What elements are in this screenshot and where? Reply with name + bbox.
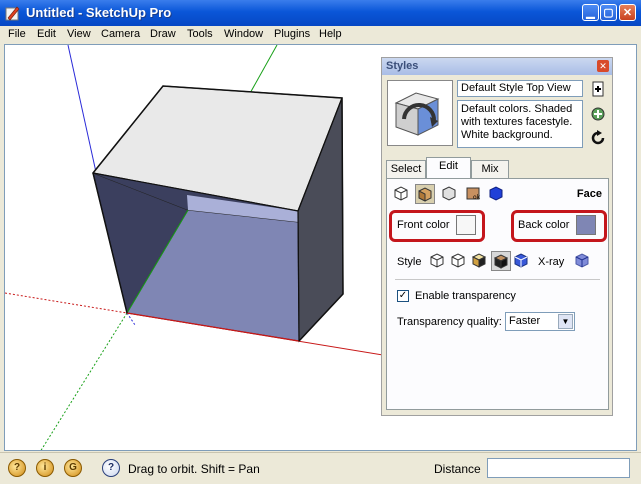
status-bar: ? i G ? Drag to orbit. Shift = Pan Dista… xyxy=(0,452,641,484)
window-title: Untitled - SketchUp Pro xyxy=(26,5,172,20)
modeling-settings-icon[interactable] xyxy=(487,184,505,202)
menu-camera[interactable]: Camera xyxy=(101,28,140,40)
chevron-down-icon[interactable]: ▼ xyxy=(558,314,573,329)
styles-panel: Styles ✕ Default Style Top View Default … xyxy=(381,57,613,416)
close-icon: ✕ xyxy=(622,7,633,19)
svg-text:ok: ok xyxy=(473,194,481,201)
watermark-settings-icon[interactable]: ok xyxy=(464,184,482,202)
styles-panel-titlebar[interactable]: Styles ✕ xyxy=(382,58,612,75)
xray-icon[interactable] xyxy=(573,251,591,269)
menu-edit[interactable]: Edit xyxy=(37,28,56,40)
menu-help[interactable]: Help xyxy=(319,28,342,40)
tab-mix[interactable]: Mix xyxy=(471,160,509,178)
menu-draw[interactable]: Draw xyxy=(150,28,176,40)
style-label: Style xyxy=(397,256,422,268)
enable-transparency-label: Enable transparency xyxy=(415,290,516,302)
front-color-label: Front color xyxy=(397,219,450,231)
back-color-swatch[interactable] xyxy=(576,215,596,235)
blue-axis-dashed xyxy=(126,312,136,326)
menu-tools[interactable]: Tools xyxy=(187,28,213,40)
tab-select[interactable]: Select xyxy=(386,160,426,178)
shaded-style-icon[interactable] xyxy=(470,251,488,269)
create-style-icon[interactable] xyxy=(590,81,606,97)
style-thumbnail-icon xyxy=(394,92,440,136)
maximize-icon: ▢ xyxy=(603,7,614,19)
distance-label: Distance xyxy=(434,462,481,476)
maximize-button[interactable]: ▢ xyxy=(600,4,617,21)
background-settings-icon[interactable] xyxy=(440,184,458,202)
front-color-swatch[interactable] xyxy=(456,215,476,235)
tab-edit[interactable]: Edit xyxy=(426,157,471,178)
menu-window[interactable]: Window xyxy=(224,28,263,40)
green-axis-dashed xyxy=(40,312,128,450)
menu-plugins[interactable]: Plugins xyxy=(274,28,310,40)
back-color-label: Back color xyxy=(518,219,570,231)
update-style-icon[interactable] xyxy=(590,106,606,122)
xray-label: X-ray xyxy=(538,256,565,268)
close-button[interactable]: ✕ xyxy=(619,4,636,21)
help-icon[interactable]: ? xyxy=(102,459,120,477)
panel-close-icon[interactable]: ✕ xyxy=(597,60,609,72)
menu-file[interactable]: File xyxy=(8,28,26,40)
menu-bar: File Edit View Camera Draw Tools Window … xyxy=(0,26,641,44)
minimize-icon: ▁ xyxy=(586,7,595,19)
divider xyxy=(395,279,600,280)
menu-view[interactable]: View xyxy=(67,28,91,40)
section-face-label: Face xyxy=(576,188,602,200)
style-name-field[interactable]: Default Style Top View xyxy=(457,80,583,97)
style-thumbnail[interactable] xyxy=(387,80,453,146)
distance-input[interactable] xyxy=(487,458,630,478)
shaded-textures-style-icon[interactable] xyxy=(491,251,511,271)
geolocation-icon[interactable]: ? xyxy=(8,459,26,477)
monochrome-style-icon[interactable] xyxy=(512,251,530,269)
edge-settings-icon[interactable] xyxy=(392,184,410,202)
edit-tab-content: ok Face Front color Back color Style X-r… xyxy=(386,178,609,410)
google-icon[interactable]: G xyxy=(64,459,82,477)
hidden-line-style-icon[interactable] xyxy=(449,251,467,269)
enable-transparency-checkbox[interactable]: ✓ xyxy=(397,290,409,302)
status-hint: Drag to orbit. Shift = Pan xyxy=(128,462,260,476)
wireframe-style-icon[interactable] xyxy=(428,251,446,269)
sketchup-app-icon xyxy=(5,6,20,21)
minimize-button[interactable]: ▁ xyxy=(582,4,599,21)
transparency-quality-label: Transparency quality: xyxy=(397,316,502,328)
refresh-icon[interactable] xyxy=(590,130,606,146)
transparency-quality-select[interactable]: Faster ▼ xyxy=(505,312,575,331)
style-description-field[interactable]: Default colors. Shaded with textures fac… xyxy=(457,100,583,148)
credits-icon[interactable]: i xyxy=(36,459,54,477)
title-bar: Untitled - SketchUp Pro ▁ ▢ ✕ xyxy=(0,0,641,26)
transparency-quality-value: Faster xyxy=(509,315,541,327)
red-axis-dashed xyxy=(5,292,128,314)
face-settings-icon[interactable] xyxy=(415,184,435,204)
styles-panel-title: Styles xyxy=(386,60,419,72)
